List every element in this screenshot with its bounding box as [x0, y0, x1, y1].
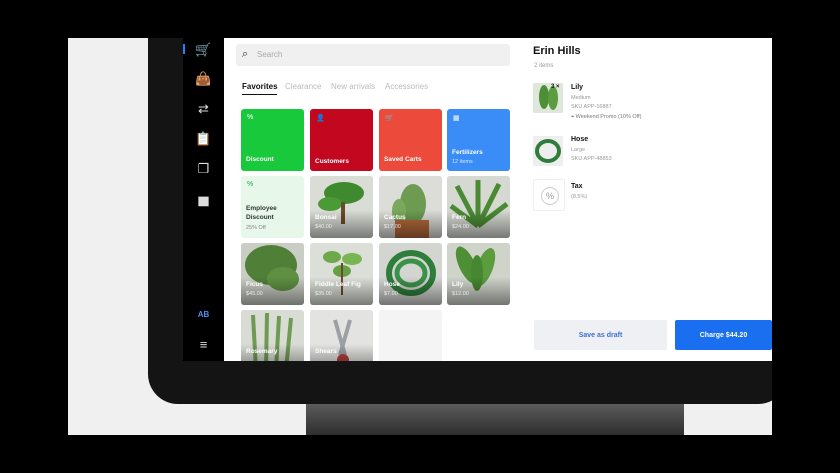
tab-accessories[interactable]: Accessories [385, 82, 428, 91]
customer-name[interactable]: Erin Hills [533, 45, 581, 57]
tile-label: Bonsai [315, 214, 337, 221]
tile-label: Shears [315, 348, 337, 355]
tile-customers[interactable]: 👤 Customers [310, 109, 373, 171]
search-input[interactable]: ⌕ Search [236, 44, 510, 66]
tile-shears[interactable]: Shears [310, 310, 373, 361]
tile-saved-carts[interactable]: 🛒 Saved Carts [379, 109, 442, 171]
transfer-icon[interactable]: ⇄ [195, 100, 212, 117]
bag-icon[interactable]: 👜 [195, 70, 212, 87]
percent-icon: % [247, 114, 254, 121]
grid-icon: ▦ [453, 115, 460, 122]
tile-label: Fertilizers [452, 149, 483, 156]
tile-price: $45.00 [246, 291, 263, 297]
tile-label: Lily [452, 281, 464, 288]
tile-hose[interactable]: Hose $7.00 [379, 243, 442, 305]
tile-label: Saved Carts [384, 156, 422, 163]
tile-lily[interactable]: Lily $12.00 [447, 243, 510, 305]
layers-icon[interactable]: ❐ [195, 160, 212, 177]
tile-label: Customers [315, 158, 349, 165]
device-stand [306, 404, 684, 435]
tile-price: $17.00 [384, 224, 401, 230]
tile-rosemary[interactable]: Rosemary [241, 310, 304, 361]
bar-chart-icon[interactable]: ▅ [195, 190, 212, 207]
cart-item-title[interactable]: Lily [571, 84, 583, 91]
tile-cactus[interactable]: Cactus $17.00 [379, 176, 442, 238]
cart-icon: 🛒 [385, 115, 394, 122]
tile-empty[interactable] [379, 310, 442, 361]
tile-sub: 12 items [452, 159, 473, 165]
tile-label: Rosemary [246, 348, 278, 355]
tile-fiddle-leaf-fig[interactable]: Fiddle Leaf Fig $35.00 [310, 243, 373, 305]
tile-price: $12.00 [452, 291, 469, 297]
cart-item-qty: 3 × [551, 84, 560, 90]
charge-button[interactable]: Charge $44.20 [675, 320, 772, 350]
tile-price: $40.00 [315, 224, 332, 230]
tile-ficus[interactable]: Ficus $45.00 [241, 243, 304, 305]
tile-employee-discount[interactable]: % Employee Discount 25% Off [241, 176, 304, 238]
user-initials[interactable]: AB [191, 310, 216, 319]
tile-sub: 25% Off [246, 225, 266, 231]
cart-item-hose-thumb [533, 136, 563, 166]
cart-item-promo: ⌖ Weekend Promo (10% Off) [571, 114, 641, 121]
nav-active-indicator [183, 44, 185, 54]
tile-label: Fiddle Leaf Fig [315, 281, 361, 288]
clipboard-icon[interactable]: 📋 [195, 130, 212, 147]
tab-clearance[interactable]: Clearance [285, 82, 321, 91]
tile-fertilizers[interactable]: ▦ Fertilizers 12 items [447, 109, 510, 171]
tax-label: Tax [571, 183, 583, 190]
tile-fern[interactable]: Fern $24.00 [447, 176, 510, 238]
cart-item-sku: SKU APP-48853 [571, 156, 612, 162]
tile-label: Fern [452, 214, 467, 221]
tag-icon: ⌖ [571, 114, 575, 120]
tab-active-underline [242, 94, 277, 95]
tile-bonsai[interactable]: Bonsai $40.00 [310, 176, 373, 238]
search-icon: ⌕ [242, 48, 249, 60]
save-draft-button[interactable]: Save as draft [534, 320, 667, 350]
cart-item-size: Medium [571, 95, 591, 101]
pos-screen: 🛒 👜 ⇄ 📋 ❐ ▅ AB ≡ ⌕ Search Favorites Clea… [183, 38, 772, 361]
tab-new-arrivals[interactable]: New arrivals [331, 82, 375, 91]
tile-label: Ficus [246, 281, 263, 288]
nav-rail: 🛒 👜 ⇄ 📋 ❐ ▅ AB ≡ [183, 38, 224, 361]
tile-label: Hose [384, 281, 400, 288]
cart-item-title[interactable]: Hose [571, 136, 588, 143]
tile-label: Discount [246, 156, 274, 163]
tile-discount[interactable]: % Discount [241, 109, 304, 171]
tax-rate: (8.5%) [571, 194, 588, 200]
promo-label: Weekend Promo (10% Off) [575, 114, 642, 120]
tile-price: $24.00 [452, 224, 469, 230]
cart-item-size: Large [571, 147, 586, 153]
tile-price: $7.00 [384, 291, 398, 297]
tax-icon: % [533, 179, 565, 211]
tile-label: Employee Discount [246, 205, 277, 221]
tab-favorites[interactable]: Favorites [242, 82, 278, 91]
cart-icon[interactable]: 🛒 [195, 41, 212, 58]
search-placeholder: Search [257, 50, 283, 59]
percent-icon: % [247, 181, 254, 188]
tile-price: $35.00 [315, 291, 332, 297]
cart-item-count: 2 items [534, 63, 554, 69]
cart-item-sku: SKU APP-16887 [571, 104, 612, 110]
menu-icon[interactable]: ≡ [195, 336, 212, 353]
tile-label: Cactus [384, 214, 406, 221]
scene-backdrop: 🛒 👜 ⇄ 📋 ❐ ▅ AB ≡ ⌕ Search Favorites Clea… [68, 38, 772, 435]
person-icon: 👤 [316, 115, 325, 122]
